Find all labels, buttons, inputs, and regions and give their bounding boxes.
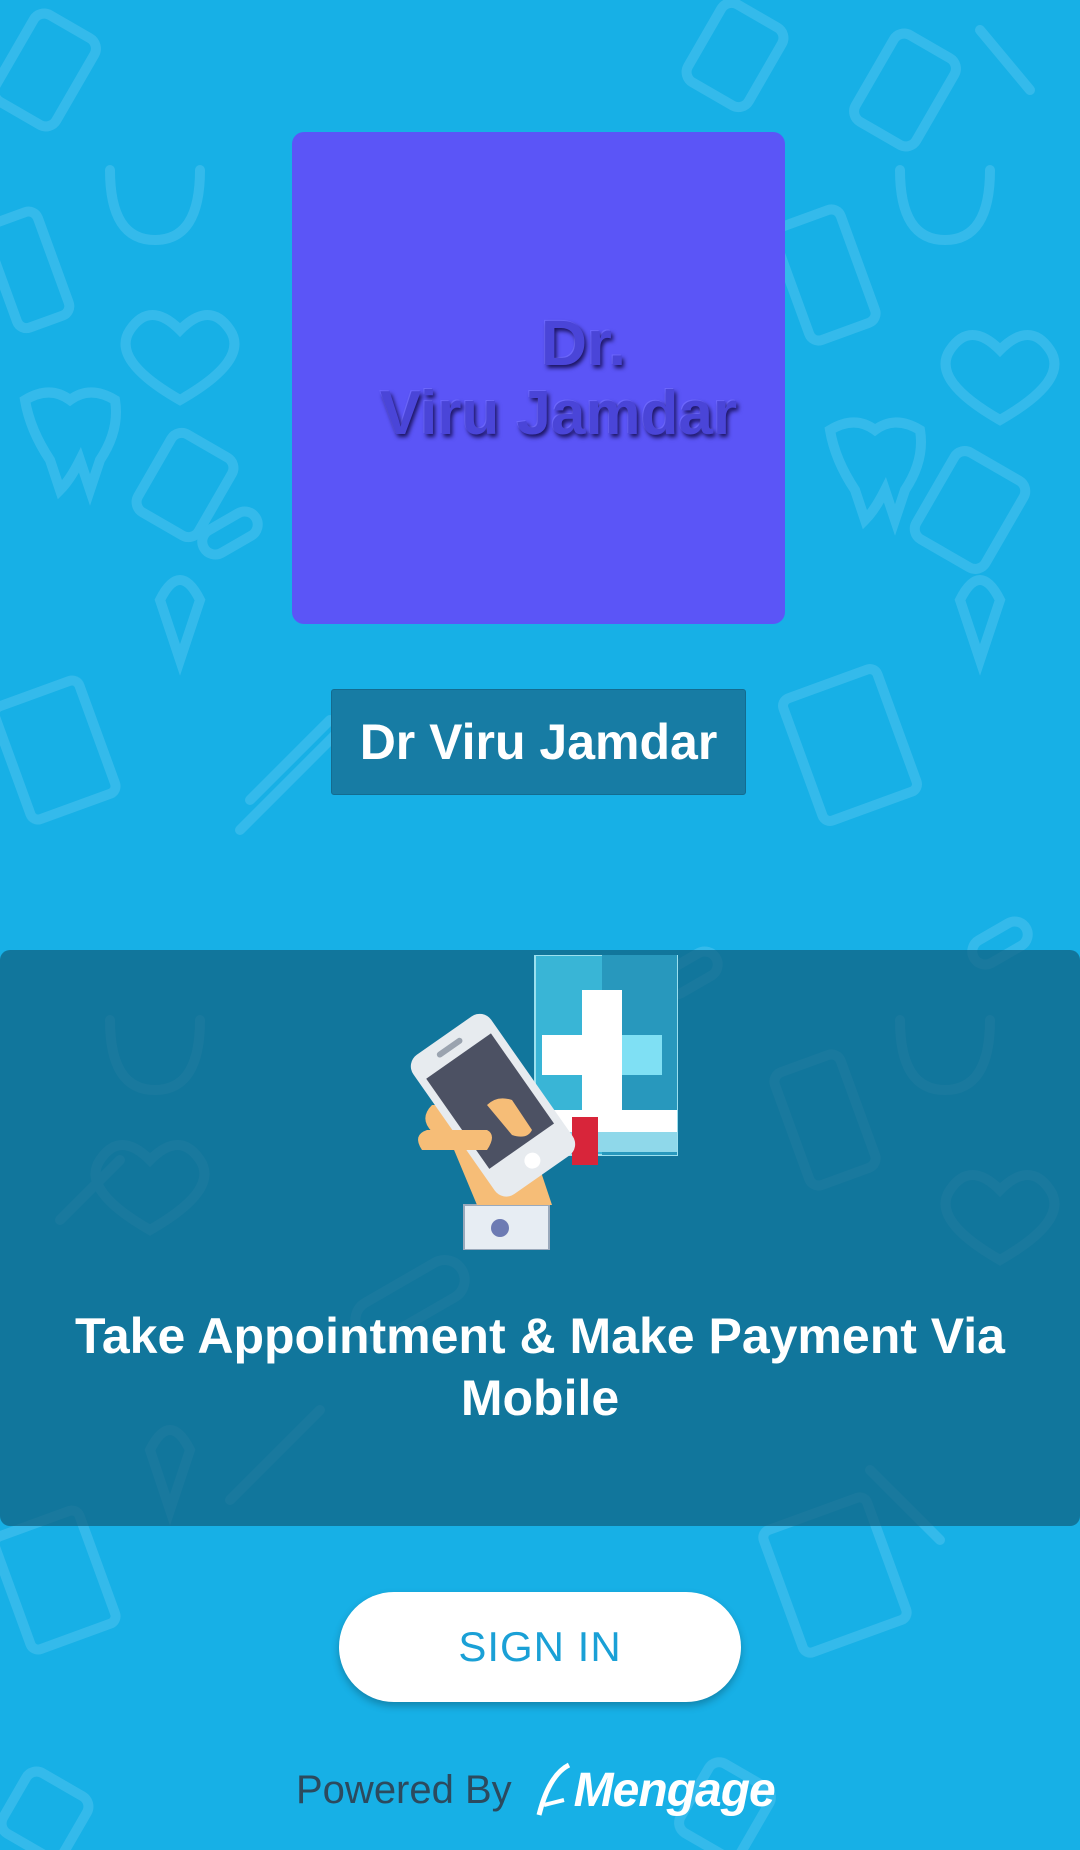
promo-tagline: Take Appointment & Make Payment Via Mobi… xyxy=(75,1308,1005,1426)
mengage-swoosh-icon xyxy=(536,1762,570,1816)
logo-line-title: Dr. xyxy=(540,307,627,379)
doctor-logo-card: Dr. Viru Jamdar xyxy=(292,132,785,624)
logo-line-name: Viru Jamdar xyxy=(379,379,738,448)
mengage-logo[interactable]: Mengage xyxy=(534,1760,776,1820)
sign-in-button[interactable]: SIGN IN xyxy=(339,1592,741,1702)
mengage-logo-text: Mengage xyxy=(573,1763,776,1817)
powered-by-label: Powered By xyxy=(296,1767,512,1812)
mobile-health-app-illustration xyxy=(410,955,678,1250)
powered-by-footer: Powered By Mengage xyxy=(296,1745,776,1835)
doctor-name-label: Dr Viru Jamdar xyxy=(331,689,746,795)
